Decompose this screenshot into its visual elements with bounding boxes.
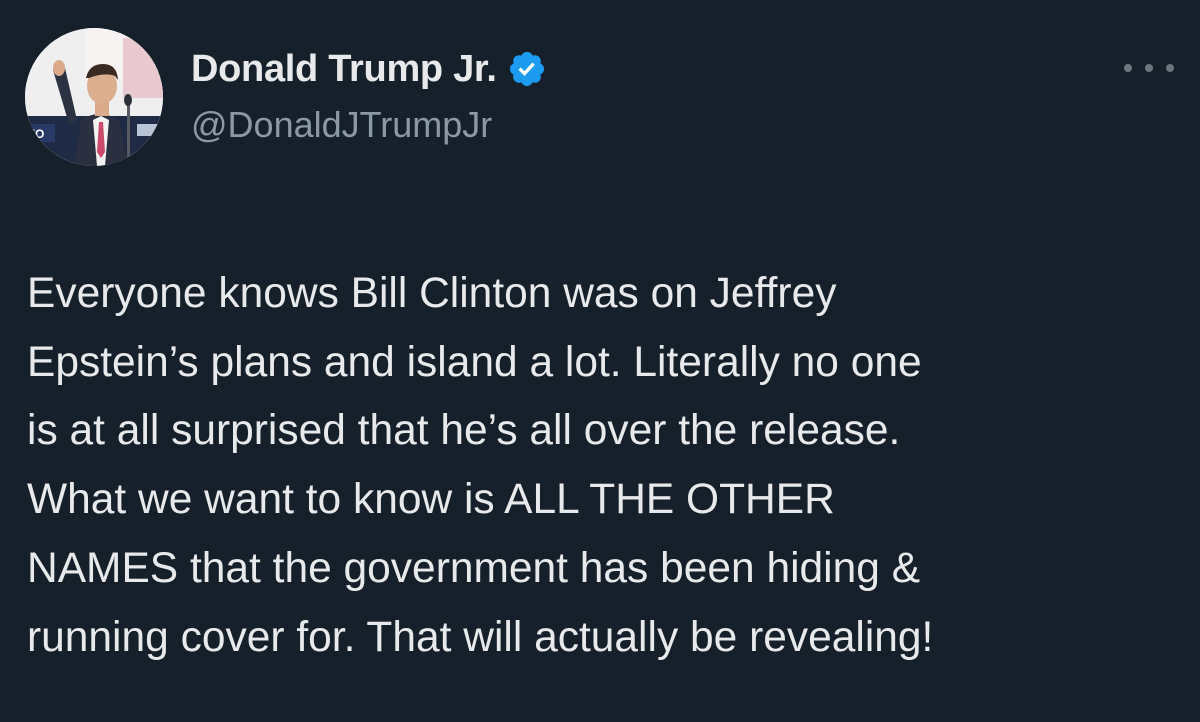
tweet-text: Everyone knows Bill Clinton was on Jeffr… [27,260,1187,672]
more-horizontal-icon [1124,64,1132,72]
name-row: Donald Trump Jr. [191,44,547,94]
more-options-button[interactable] [1124,58,1174,78]
more-horizontal-icon [1145,64,1153,72]
avatar[interactable]: YO [25,28,163,166]
user-handle[interactable]: @DonaldJTrumpJr [191,104,547,146]
tweet-text-line: What we want to know is ALL THE OTHER [27,476,835,524]
tweet-text-line: is at all surprised that he’s all over t… [27,407,901,455]
tweet-card: YO Donald Trump Jr. @DonaldJTrumpJr Ever… [0,0,1200,722]
author-block: Donald Trump Jr. @DonaldJTrumpJr [191,44,547,146]
tweet-text-line: NAMES that the government has been hidin… [27,544,921,592]
tweet-text-line: Epstein’s plans and island a lot. Litera… [27,338,922,386]
avatar-photo: YO [25,28,163,166]
svg-text:YO: YO [27,127,44,141]
more-horizontal-icon [1166,64,1174,72]
tweet-text-line: running cover for. That will actually be… [27,613,934,661]
verified-badge-icon[interactable] [507,49,547,89]
display-name[interactable]: Donald Trump Jr. [191,48,497,91]
tweet-text-line: Everyone knows Bill Clinton was on Jeffr… [27,270,837,317]
